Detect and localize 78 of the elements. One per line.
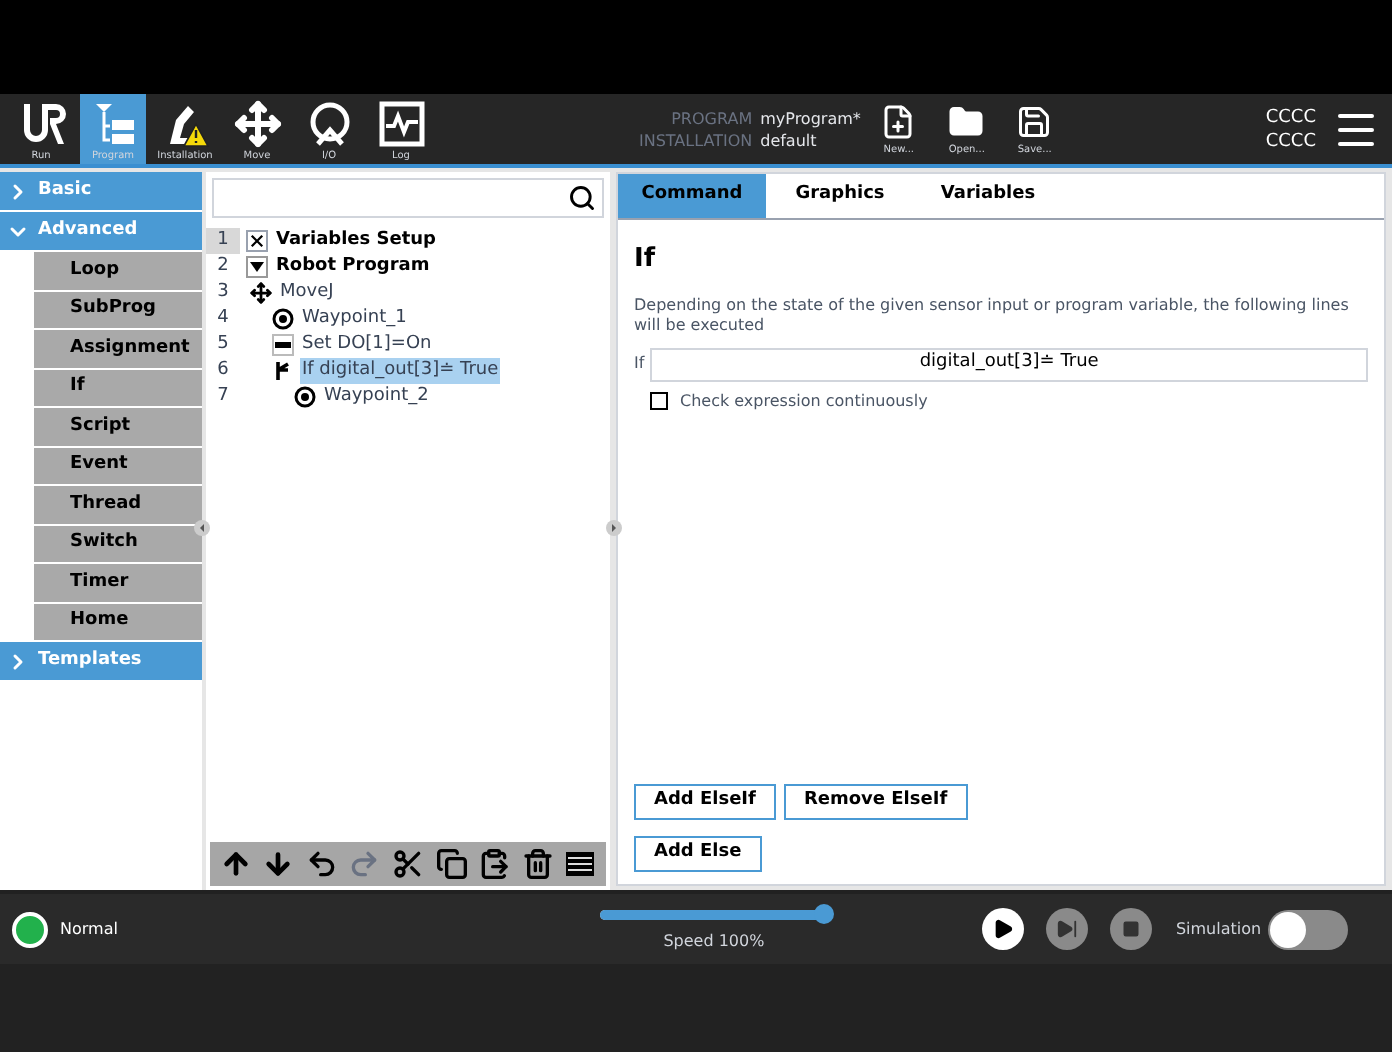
status-code: CCCC [1265, 129, 1316, 153]
command-item[interactable]: If [34, 369, 202, 406]
line-number: 5 [215, 332, 231, 358]
collapse-triangle-icon [246, 256, 268, 278]
if-label: If [634, 352, 645, 376]
program-node[interactable]: If digital_out[3]≐ True [300, 358, 501, 384]
command-item[interactable]: SubProg [34, 291, 202, 328]
folder-icon [948, 103, 985, 139]
suppress-lines-icon[interactable] [564, 848, 597, 880]
move-arrows-icon [233, 100, 281, 148]
play-icon [991, 918, 1014, 940]
gauge-icon [305, 100, 353, 148]
program-node[interactable]: Robot Program [274, 254, 432, 280]
status-label: Normal [60, 917, 118, 941]
check-option[interactable]: Check expression continuously [650, 389, 1368, 413]
program-node[interactable]: Set DO[1]=On [300, 332, 434, 358]
paste-icon[interactable] [478, 848, 511, 880]
program-node[interactable]: Waypoint_1 [300, 306, 409, 332]
command-item[interactable]: Timer [34, 564, 202, 601]
line-number: 1 [206, 228, 240, 254]
branch-icon [272, 360, 294, 382]
command-item[interactable]: Home [34, 603, 202, 640]
line-number: 2 [215, 254, 231, 280]
simulation-toggle[interactable] [1267, 909, 1348, 949]
play-button[interactable] [981, 908, 1024, 950]
command-item[interactable]: Loop [34, 252, 202, 289]
collapse-handle-icon[interactable] [606, 520, 622, 536]
waypoint-icon [272, 308, 294, 330]
command-item[interactable]: Switch [34, 525, 202, 562]
move-arrows-icon [250, 282, 272, 304]
status-code: CCCC [1265, 105, 1316, 129]
command-item[interactable]: Thread [34, 486, 202, 523]
command-item[interactable]: Assignment [34, 330, 202, 367]
expression-field[interactable]: digital_out[3]≐ True [650, 347, 1368, 381]
undo-icon[interactable] [305, 848, 338, 880]
step-button[interactable] [1045, 908, 1088, 950]
description: Depending on the state of the given sensor input or program variable, the following lines will be executed [634, 295, 1351, 335]
stop-button[interactable] [1109, 908, 1152, 950]
collapse-handle-icon[interactable] [194, 520, 210, 536]
step-icon [1055, 918, 1078, 940]
program-name: myProgram* [760, 107, 861, 129]
action-button[interactable]: Remove ElseIf [783, 784, 968, 820]
installation-name: default [760, 129, 819, 151]
line-number: 3 [215, 280, 231, 306]
action-button[interactable]: Add Else [634, 836, 762, 872]
command-item[interactable]: Script [34, 408, 202, 445]
move-down-icon[interactable] [262, 848, 295, 880]
speed-slider[interactable] [599, 904, 828, 924]
panel-title: If [634, 242, 658, 278]
line-number: 7 [215, 384, 231, 410]
move-up-icon[interactable] [219, 848, 252, 880]
search-icon[interactable] [568, 184, 596, 212]
delete-icon[interactable] [521, 848, 554, 880]
panel-tab[interactable]: Command [618, 174, 766, 218]
panel-tab[interactable]: Graphics [766, 174, 914, 218]
checkbox[interactable] [650, 392, 668, 410]
command-item[interactable]: Event [34, 447, 202, 484]
save-icon [1016, 103, 1053, 139]
stop-icon [1121, 920, 1140, 938]
waypoint-icon [294, 386, 316, 408]
program-node[interactable]: MoveJ [278, 280, 336, 306]
search-field[interactable] [212, 178, 604, 218]
line-number: 4 [215, 306, 231, 332]
log-chart-icon [377, 100, 425, 148]
simulation-label: Simulation [1175, 917, 1262, 941]
panel-tab[interactable]: Variables [914, 174, 1062, 218]
new-file-icon [880, 103, 917, 139]
minus-icon [272, 334, 294, 356]
line-number: 6 [215, 358, 231, 384]
program-node[interactable]: Waypoint_2 [322, 384, 431, 410]
variable-x-icon [246, 230, 268, 252]
program-label: PROGRAM [669, 107, 753, 129]
program-node[interactable]: Variables Setup [274, 228, 439, 254]
speed-reading: Speed 100% [663, 930, 765, 954]
action-button[interactable]: Add ElseIf [634, 784, 776, 820]
cut-icon[interactable] [391, 848, 424, 880]
installation-label: INSTALLATION [638, 129, 753, 151]
copy-icon[interactable] [435, 848, 467, 880]
